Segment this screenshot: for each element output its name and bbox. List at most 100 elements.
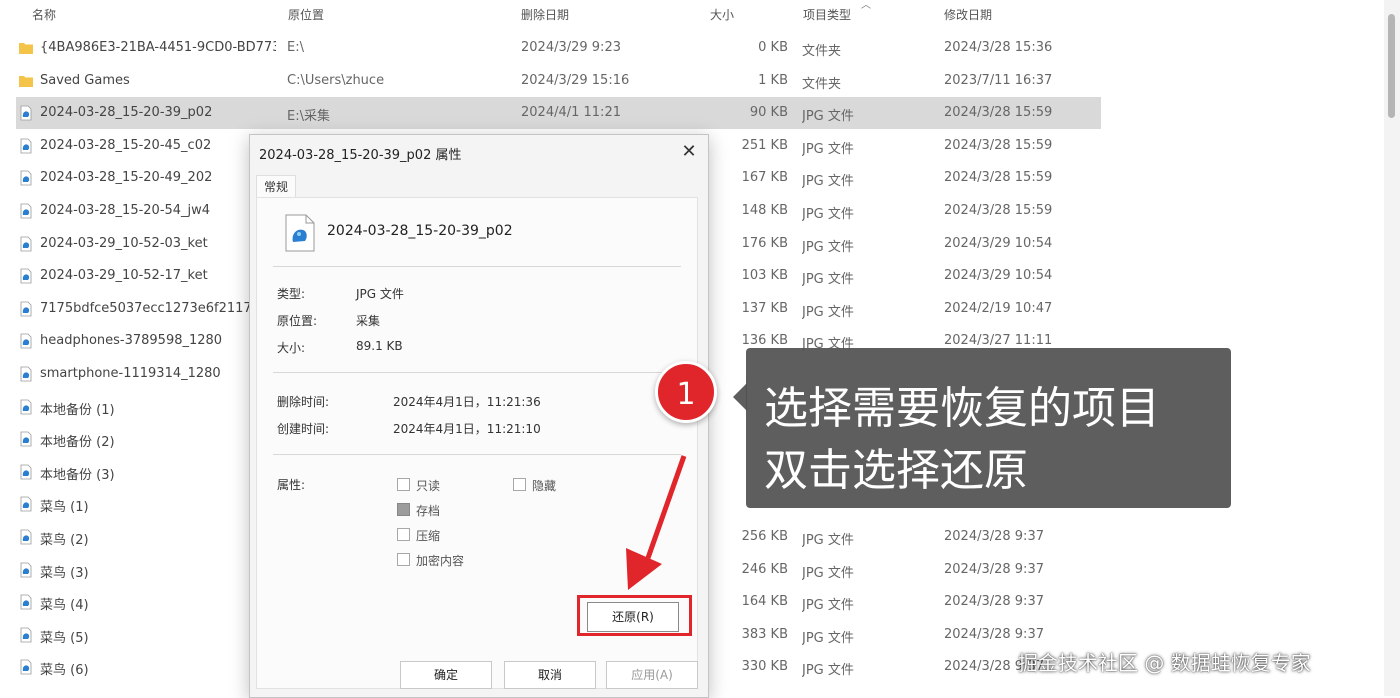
modified-date-cell: 2024/3/29 10:54: [944, 235, 1053, 251]
file-name-cell: 2024-03-28_15-20-45_c02: [40, 137, 212, 153]
callout-line-2: 双击选择还原: [764, 445, 1028, 496]
file-name-cell: {4BA986E3-21BA-4451-9CD0-BD773...: [40, 40, 276, 55]
image-file-icon: [20, 366, 32, 382]
close-icon[interactable]: ✕: [678, 141, 700, 163]
table-row[interactable]: 2024-03-28_15-20-39_p02 E:\采集 2024/4/1 11:…: [16, 97, 1101, 130]
size-cell: 176 KB: [741, 235, 788, 251]
file-name-cell: 菜鸟 (2): [40, 533, 89, 548]
file-name-cell: 本地备份 (1): [40, 402, 115, 418]
image-file-icon: [20, 170, 32, 186]
image-file-icon: [20, 529, 32, 545]
archive-checkbox[interactable]: [397, 503, 410, 516]
item-type-cell: 文件夹: [802, 44, 842, 59]
item-type-cell: JPG 文件: [802, 174, 854, 190]
modified-date-cell: 2024/3/28 15:59: [944, 170, 1053, 186]
modified-date-cell: 2024/3/28 15:36: [944, 40, 1053, 55]
folder-icon: [19, 43, 33, 54]
column-item-type[interactable]: 项目类型: [803, 6, 851, 23]
size-cell: 164 KB: [741, 594, 788, 610]
hidden-checkbox[interactable]: [513, 478, 526, 491]
file-name-cell: 菜鸟 (3): [40, 565, 89, 581]
image-file-icon: [20, 301, 32, 317]
file-name-cell: 本地备份 (2): [40, 435, 115, 451]
divider: [273, 266, 681, 267]
deleted-time-value: 2024年4月1日，11:21:36: [393, 395, 541, 409]
column-original-location[interactable]: 原位置: [288, 6, 324, 23]
size-cell: 90 KB: [749, 105, 788, 121]
file-name-cell: 本地备份 (3): [40, 467, 115, 483]
sort-ascending-icon: ︿: [861, 0, 871, 11]
image-file-icon: [20, 464, 32, 480]
size-cell: 0 KB: [758, 40, 788, 55]
encrypt-label: 加密内容: [416, 554, 465, 568]
size-cell: 137 KB: [741, 300, 788, 316]
item-type-cell: JPG 文件: [802, 239, 854, 255]
original-location-cell: C:\Users\zhuce: [287, 72, 385, 88]
image-file-icon: [20, 138, 32, 154]
watermark: 掘金技术社区 @ 数据蛙恢复专家: [1018, 651, 1311, 675]
pointer-arrow-icon: [626, 455, 687, 590]
image-file-icon: [20, 333, 32, 349]
size-cell: 136 KB: [741, 333, 788, 349]
modified-date-cell: 2024/3/28 15:59: [944, 203, 1053, 218]
image-file-icon: [20, 203, 32, 219]
column-deleted-date[interactable]: 删除日期: [521, 6, 569, 23]
size-cell: 103 KB: [741, 268, 788, 284]
readonly-label: 只读: [416, 479, 441, 493]
original-location-cell: E:\: [287, 40, 304, 55]
size-cell: 383 KB: [741, 626, 788, 642]
readonly-checkbox[interactable]: [397, 478, 410, 491]
column-size[interactable]: 大小: [710, 6, 734, 23]
ok-button[interactable]: 确定: [400, 661, 492, 689]
encrypt-checkbox[interactable]: [397, 553, 410, 566]
column-modified-date[interactable]: 修改日期: [944, 6, 992, 23]
modified-date-cell: 2024/3/28 15:59: [944, 105, 1053, 121]
size-cell: 256 KB: [741, 529, 788, 544]
item-type-cell: 文件夹: [802, 76, 842, 92]
dialog-titlebar[interactable]: 2024-03-28_15-20-39_p02 属性 ✕: [250, 135, 708, 169]
item-type-cell: JPG 文件: [802, 109, 854, 125]
modified-date-cell: 2024/2/19 10:47: [944, 300, 1053, 316]
compress-checkbox[interactable]: [397, 528, 410, 541]
size-cell: 1 KB: [758, 72, 788, 88]
vertical-scrollbar[interactable]: [1384, 0, 1400, 696]
column-header: 名称 原位置 删除日期 大小 项目类型 ︿ 修改日期: [0, 0, 1380, 30]
deleted-date-cell: 2024/3/29 9:23: [521, 40, 621, 55]
modified-date-cell: 2024/3/28 15:59: [944, 137, 1053, 153]
original-location-cell: E:\采集: [287, 109, 330, 125]
hidden-label: 隐藏: [532, 479, 557, 493]
file-name-cell: smartphone-1119314_1280: [40, 366, 221, 381]
location-label: 原位置:: [277, 314, 318, 328]
instruction-callout: 选择需要恢复的项目 双击选择还原: [746, 348, 1231, 508]
attributes-label: 属性:: [277, 478, 306, 492]
image-file-icon: [20, 105, 32, 121]
item-type-cell: JPG 文件: [802, 533, 854, 548]
type-value: JPG 文件: [356, 287, 404, 301]
deleted-date-cell: 2024/3/29 15:16: [521, 72, 630, 88]
step-number-badge: 1: [655, 361, 717, 423]
image-file-icon: [20, 236, 32, 251]
cancel-button[interactable]: 取消: [504, 661, 596, 689]
apply-button[interactable]: 应用(A): [606, 661, 698, 689]
column-name[interactable]: 名称: [32, 6, 56, 23]
created-time-value: 2024年4月1日，11:21:10: [393, 422, 541, 436]
callout-pointer: [733, 383, 747, 411]
location-value: 采集: [356, 314, 381, 328]
image-file-icon: [20, 496, 32, 512]
size-cell: 148 KB: [741, 203, 788, 218]
table-row[interactable]: Saved Games C:\Users\zhuce 2024/3/29 15:16…: [16, 65, 1101, 97]
modified-date-cell: 2023/7/11 16:37: [944, 72, 1053, 88]
size-cell: 246 KB: [741, 561, 788, 577]
item-type-cell: JPG 文件: [802, 207, 854, 222]
modified-date-cell: 2024/3/27 11:11: [944, 333, 1053, 349]
file-name-cell: 菜鸟 (5): [40, 630, 89, 646]
table-row[interactable]: {4BA986E3-21BA-4451-9CD0-BD773... E:\ 2024…: [16, 32, 1101, 64]
modified-date-cell: 2024/3/28 9:37: [944, 561, 1044, 577]
tab-general[interactable]: 常规: [256, 175, 296, 198]
scrollbar-thumb[interactable]: [1388, 14, 1395, 118]
item-type-cell: JPG 文件: [802, 565, 854, 581]
file-name-cell: 7175bdfce5037ecc1273e6f21172d: [40, 300, 269, 316]
image-file-icon: [20, 562, 32, 577]
folder-icon: [19, 75, 33, 87]
type-label: 类型:: [277, 287, 306, 301]
